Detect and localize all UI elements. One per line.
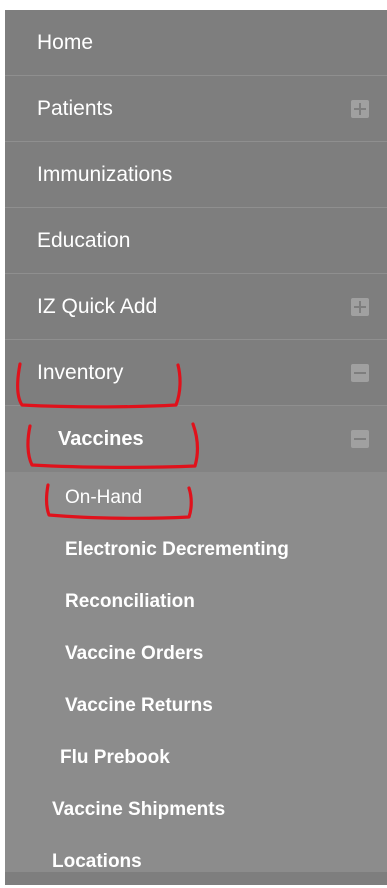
nav-item-label: Immunizations	[37, 163, 173, 186]
nav-item-vaccine-returns[interactable]: Vaccine Returns	[5, 680, 387, 732]
nav-item-on-hand[interactable]: On-Hand	[5, 472, 387, 524]
vaccines-submenu: On-Hand Electronic Decrementing Reconcil…	[5, 472, 387, 872]
nav-item-vaccine-shipments[interactable]: Vaccine Shipments	[5, 784, 387, 836]
nav-item-label: Vaccines	[58, 428, 144, 450]
nav-item-education[interactable]: Education	[5, 208, 387, 274]
navigation-menu: Home Patients Immunizations Education IZ…	[5, 10, 387, 885]
nav-item-reconciliation[interactable]: Reconciliation	[5, 576, 387, 628]
nav-item-label: Vaccine Returns	[65, 695, 213, 716]
nav-item-immunizations[interactable]: Immunizations	[5, 142, 387, 208]
nav-item-label: Vaccine Shipments	[52, 799, 226, 820]
nav-item-label: Flu Prebook	[60, 747, 170, 768]
nav-list: Home Patients Immunizations Education IZ…	[5, 10, 387, 872]
nav-item-label: Locations	[52, 851, 142, 872]
nav-item-vaccines[interactable]: Vaccines	[5, 406, 387, 472]
plus-box-icon[interactable]	[351, 100, 369, 118]
nav-item-flu-prebook[interactable]: Flu Prebook	[5, 732, 387, 784]
nav-item-vaccine-orders[interactable]: Vaccine Orders	[5, 628, 387, 680]
nav-item-iz-quick-add[interactable]: IZ Quick Add	[5, 274, 387, 340]
minus-box-icon[interactable]	[351, 364, 369, 382]
nav-item-patients[interactable]: Patients	[5, 76, 387, 142]
nav-item-electronic-decrementing[interactable]: Electronic Decrementing	[5, 524, 387, 576]
nav-item-label: Patients	[37, 97, 113, 120]
nav-item-label: Home	[37, 31, 94, 54]
nav-item-label: Electronic Decrementing	[65, 539, 289, 560]
nav-item-label: IZ Quick Add	[37, 295, 158, 318]
minus-box-icon[interactable]	[351, 430, 369, 448]
nav-item-label: Reconciliation	[65, 591, 195, 612]
nav-item-locations[interactable]: Locations	[5, 836, 387, 886]
nav-item-label: On-Hand	[65, 487, 143, 508]
nav-item-label: Vaccine Orders	[65, 643, 204, 664]
nav-item-label: Education	[37, 229, 131, 252]
nav-item-inventory[interactable]: Inventory	[5, 340, 387, 406]
nav-item-home[interactable]: Home	[5, 10, 387, 76]
nav-item-label: Inventory	[37, 361, 124, 384]
plus-box-icon[interactable]	[351, 298, 369, 316]
